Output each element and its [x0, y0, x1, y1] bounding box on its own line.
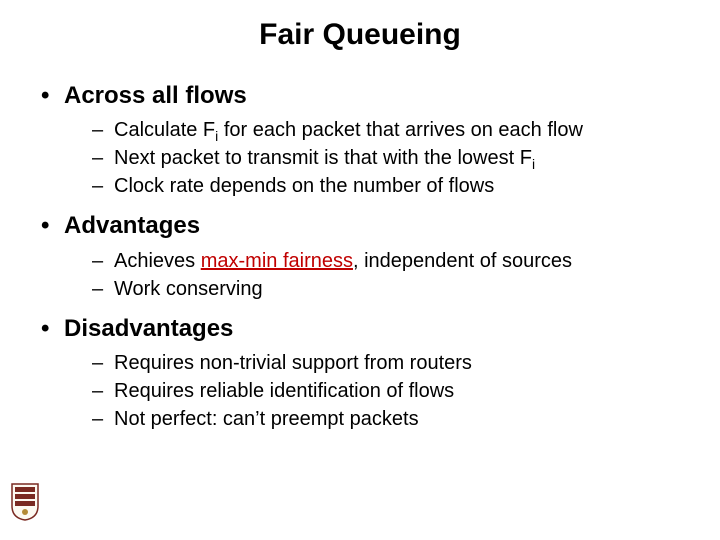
- sub-list: Achieves max-min fairness, independent o…: [36, 247, 684, 303]
- text: , independent of sources: [353, 250, 572, 272]
- logo-crest-icon: [10, 482, 40, 522]
- list-item: Requires reliable identification of flow…: [36, 377, 684, 405]
- slide: Fair Queueing Across all flows Calculate…: [0, 0, 720, 433]
- text: Clock rate depends on the number of flow…: [114, 175, 494, 197]
- text: Not perfect: can’t preempt packets: [114, 408, 419, 430]
- text: Achieves: [114, 250, 201, 272]
- list-item: Next packet to transmit is that with the…: [36, 144, 684, 172]
- list-item: Calculate Fi for each packet that arrive…: [36, 116, 684, 144]
- text: Next packet to transmit is that with the…: [114, 147, 532, 169]
- slide-title: Fair Queueing: [36, 18, 684, 52]
- text: Work conserving: [114, 278, 263, 300]
- list-item: Not perfect: can’t preempt packets: [36, 405, 684, 433]
- list-item: Clock rate depends on the number of flow…: [36, 172, 684, 200]
- text: Requires reliable identification of flow…: [114, 380, 454, 402]
- highlight-text: max-min fairness: [201, 250, 353, 272]
- list-item: Work conserving: [36, 275, 684, 303]
- section-heading: Advantages: [36, 210, 684, 242]
- text: Requires non-trivial support from router…: [114, 352, 472, 374]
- subscript: i: [532, 156, 535, 172]
- bullet-list: Across all flows Calculate F i for each p…: [36, 80, 684, 433]
- section-heading: Disadvantages: [36, 313, 684, 345]
- text: for each packet that arrives on each flo…: [218, 119, 583, 141]
- list-item: Requires non-trivial support from router…: [36, 349, 684, 377]
- text: Calculate F: [114, 119, 215, 141]
- sub-list: Calculate F i for each packet that arrive…: [36, 116, 684, 200]
- list-item: Achieves max-min fairness, independent o…: [36, 247, 684, 275]
- sub-list: Requires non-trivial support from router…: [36, 349, 684, 433]
- section-heading: Across all flows: [36, 80, 684, 112]
